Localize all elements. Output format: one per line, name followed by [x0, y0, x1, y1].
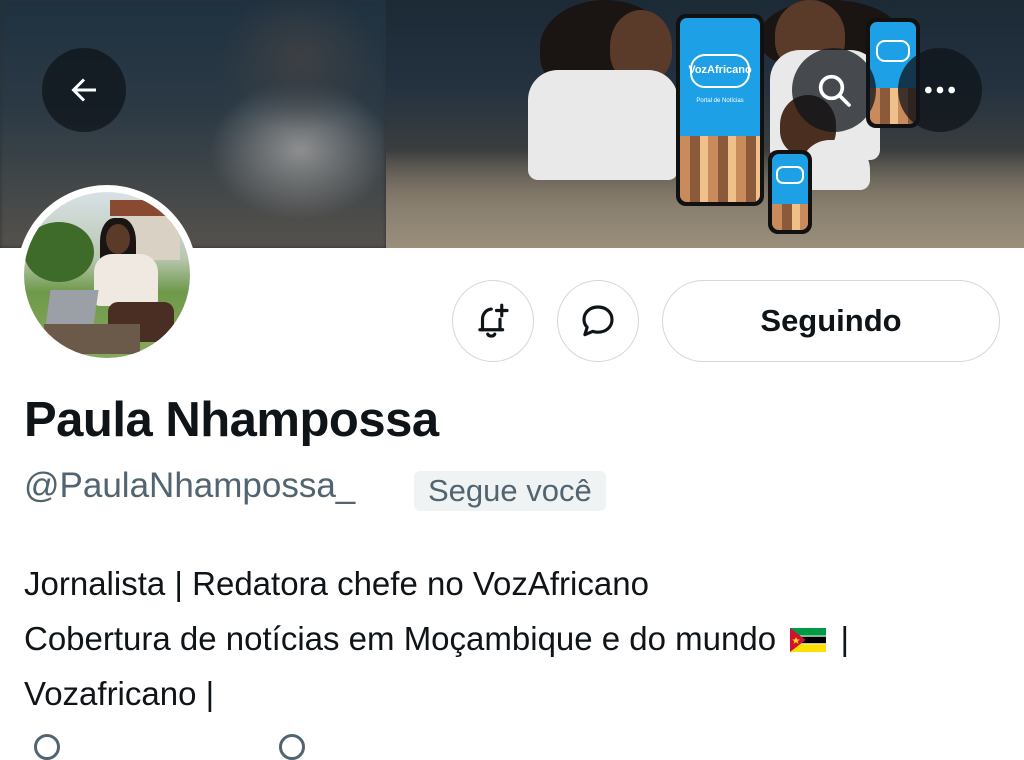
search-button[interactable] — [792, 48, 876, 132]
banner-phone-small — [768, 150, 812, 234]
banner-app-brand: VozAfricano — [688, 64, 752, 76]
avatar-tree — [24, 222, 94, 282]
profile-meta-row-partial — [24, 728, 324, 760]
avatar-face — [106, 224, 130, 254]
more-options-button[interactable] — [898, 48, 982, 132]
bio-line-3: Vozafricano | — [24, 675, 215, 712]
bio-line-2: Cobertura de notícias em Moçambique e do… — [24, 611, 1004, 666]
profile-display-name: Paula Nhampossa — [24, 393, 439, 447]
notifications-button[interactable] — [452, 280, 534, 362]
follows-you-badge: Segue você — [414, 471, 606, 511]
banner-person-1-shirt — [528, 70, 678, 180]
back-button[interactable] — [42, 48, 126, 132]
bio-line-2-text: Cobertura de notícias em Moçambique e do… — [24, 620, 777, 657]
profile-handle: @PaulaNhampossa_ — [24, 466, 356, 505]
avatar-photo — [24, 192, 190, 358]
bell-plus-icon — [478, 303, 509, 338]
profile-bio: Jornalista | Redatora chefe no VozAfrica… — [24, 556, 1004, 721]
banner-app-tagline: Portal de Notícias — [696, 98, 744, 104]
avatar-shirt — [94, 254, 158, 306]
search-icon — [818, 74, 851, 107]
more-horizontal-icon — [925, 86, 955, 94]
bio-line-1: Jornalista | Redatora chefe no VozAfrica… — [24, 565, 649, 602]
bio-line-2-suffix: | — [840, 620, 850, 657]
mozambique-flag-icon — [790, 628, 827, 652]
avatar-table — [44, 324, 140, 354]
chat-bubble-icon — [582, 305, 614, 337]
avatar-laptop — [45, 290, 99, 326]
banner-phone-large: VozAfricano Portal de Notícias — [676, 14, 764, 206]
message-button[interactable] — [557, 280, 639, 362]
following-button[interactable]: Seguindo — [662, 280, 1000, 362]
avatar-roof — [110, 200, 190, 216]
avatar[interactable] — [17, 185, 197, 365]
arrow-left-icon — [71, 78, 96, 102]
